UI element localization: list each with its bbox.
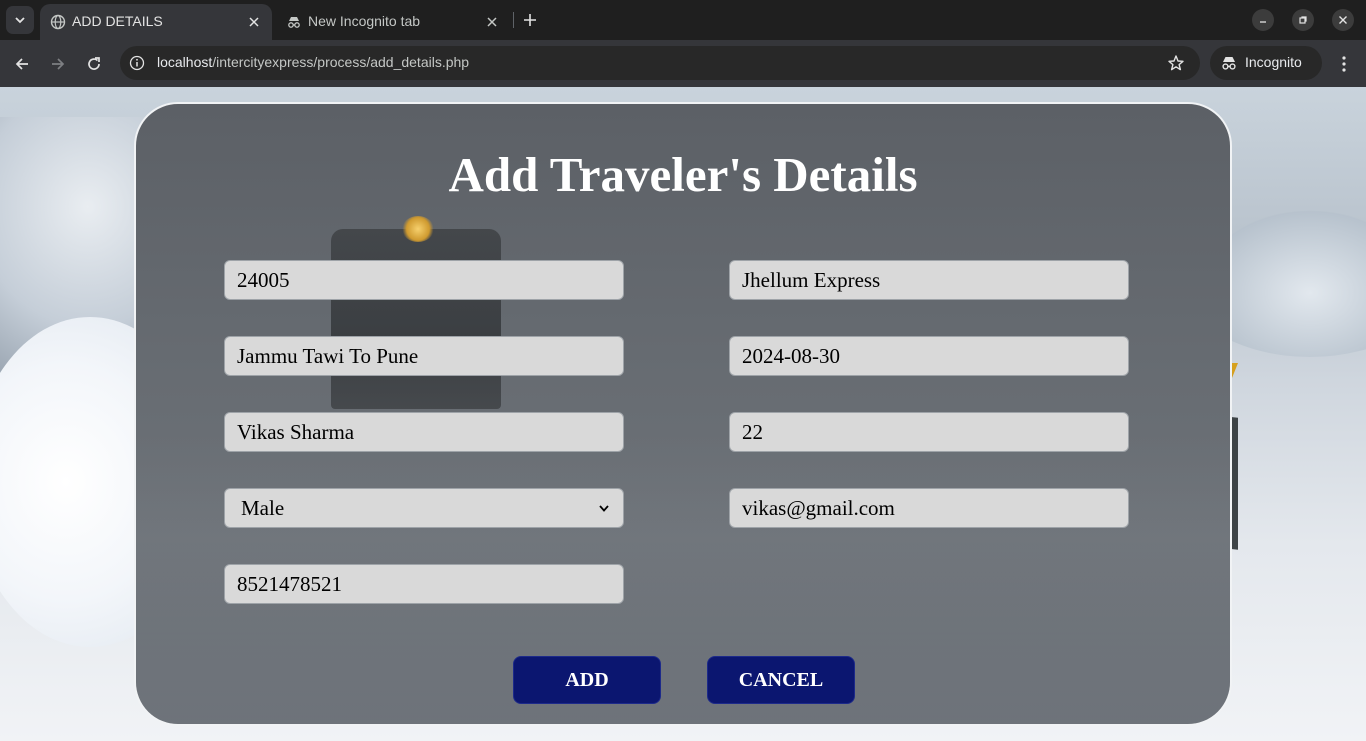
- close-tab-icon[interactable]: [482, 12, 502, 32]
- back-button[interactable]: [8, 50, 36, 78]
- travel-date-field[interactable]: 2024-08-30: [729, 336, 1129, 376]
- reload-icon: [88, 57, 100, 70]
- restore-button[interactable]: [1292, 9, 1314, 31]
- globe-icon: [50, 14, 66, 30]
- close-window-button[interactable]: [1332, 9, 1354, 31]
- more-vert-icon: [1342, 56, 1346, 72]
- gender-selected-value: Male: [241, 496, 285, 520]
- form-card: Add Traveler's Details 24005 Jhellum Exp…: [134, 102, 1232, 726]
- incognito-icon: [1220, 54, 1238, 72]
- restore-icon: [1299, 16, 1307, 24]
- gender-select[interactable]: Male: [224, 488, 624, 528]
- age-field[interactable]: 22: [729, 412, 1129, 452]
- traveler-name-field[interactable]: Vikas Sharma: [224, 412, 624, 452]
- url-text: localhost/intercityexpress/process/add_d…: [157, 54, 469, 70]
- arrow-left-icon: [15, 58, 28, 70]
- reload-button[interactable]: [80, 50, 108, 78]
- browser-toolbar: localhost/intercityexpress/process/add_d…: [0, 40, 1366, 87]
- close-icon: [1339, 16, 1347, 24]
- tab-title: ADD DETAILS: [72, 13, 163, 29]
- email-field[interactable]: vikas@gmail.com: [729, 488, 1129, 528]
- minimize-icon: [1260, 21, 1266, 23]
- arrow-right-icon: [52, 58, 65, 70]
- tab-search-button[interactable]: [6, 6, 34, 34]
- tab-add-details[interactable]: ADD DETAILS: [40, 4, 272, 40]
- chevron-down-icon: [15, 17, 25, 24]
- train-number-field[interactable]: 24005: [224, 260, 624, 300]
- tab-new-incognito[interactable]: New Incognito tab: [276, 4, 510, 40]
- tab-strip: ADD DETAILS New Incognito tab: [0, 0, 1366, 40]
- incognito-indicator[interactable]: Incognito: [1210, 46, 1322, 80]
- url-path: /intercityexpress/process/add_details.ph…: [212, 54, 470, 70]
- tab-divider: [513, 12, 514, 28]
- close-tab-icon[interactable]: [244, 12, 264, 32]
- train-name-field[interactable]: Jhellum Express: [729, 260, 1129, 300]
- background-train-headlight: [402, 216, 434, 242]
- browser-menu-button[interactable]: [1330, 50, 1358, 78]
- page-viewport: Add Traveler's Details 24005 Jhellum Exp…: [0, 87, 1366, 741]
- site-info-icon[interactable]: [128, 54, 146, 72]
- new-tab-button[interactable]: [518, 8, 542, 32]
- address-bar[interactable]: localhost/intercityexpress/process/add_d…: [120, 46, 1200, 80]
- forward-button[interactable]: [44, 50, 72, 78]
- minimize-button[interactable]: [1252, 9, 1274, 31]
- chevron-down-icon: [597, 501, 611, 515]
- route-field[interactable]: Jammu Tawi To Pune: [224, 336, 624, 376]
- plus-icon: [524, 14, 536, 26]
- incognito-label: Incognito: [1245, 54, 1302, 70]
- cancel-button[interactable]: CANCEL: [707, 656, 855, 704]
- page-title: Add Traveler's Details: [448, 147, 918, 202]
- incognito-icon: [286, 14, 302, 30]
- background-train: [331, 229, 501, 409]
- url-host: localhost: [157, 54, 213, 70]
- bookmark-star-icon[interactable]: [1166, 53, 1186, 73]
- tab-title: New Incognito tab: [308, 13, 421, 29]
- phone-field[interactable]: 8521478521: [224, 564, 624, 604]
- add-button[interactable]: ADD: [513, 656, 661, 704]
